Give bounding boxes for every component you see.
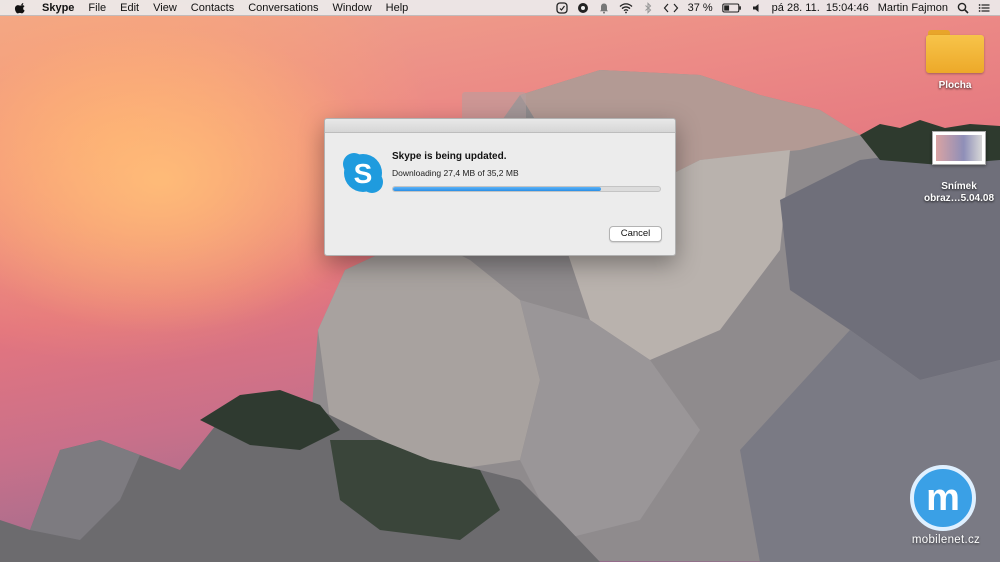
mountain-landscape xyxy=(0,70,1000,562)
screenshot-label-line2: obraz…5.04.08 xyxy=(923,193,995,204)
apple-icon[interactable] xyxy=(14,2,28,14)
battery-percent: 37 % xyxy=(687,1,713,14)
skype-update-dialog: S Skype is being updated. Downloading 27… xyxy=(324,118,676,256)
watermark-text: mobilenet.cz xyxy=(911,534,981,546)
folder-icon xyxy=(926,28,984,74)
menu-window[interactable]: Window xyxy=(333,2,372,14)
menu-file[interactable]: File xyxy=(88,2,106,14)
skype-logo-icon: S xyxy=(343,153,383,193)
mobilenet-watermark: m mobilenet.cz xyxy=(898,462,994,558)
dialog-titlebar[interactable] xyxy=(325,119,675,133)
battery-icon[interactable] xyxy=(721,2,742,14)
mobilenet-logo-icon: m xyxy=(910,465,976,531)
menubar-clock[interactable]: pá 28. 11. 15:04:46 xyxy=(772,2,869,14)
skype-status-icon[interactable] xyxy=(555,1,568,14)
menu-edit[interactable]: Edit xyxy=(120,2,139,14)
desktop-wallpaper xyxy=(0,0,1000,562)
list-icon[interactable] xyxy=(978,2,990,14)
desktop-folder-label: Plocha xyxy=(938,80,972,91)
menu-contacts[interactable]: Contacts xyxy=(191,2,234,14)
notification-icon[interactable] xyxy=(598,2,610,14)
download-progress-bar xyxy=(392,186,661,192)
compass-icon[interactable] xyxy=(577,2,589,14)
watermark-logo-letter: m xyxy=(926,477,960,519)
screenshot-label-line1: Snímek xyxy=(941,181,977,192)
desktop-folder-plocha[interactable]: Plocha xyxy=(915,28,995,92)
cancel-button[interactable]: Cancel xyxy=(609,226,662,242)
menu-app-skype[interactable]: Skype xyxy=(42,2,74,14)
menubar-user-name[interactable]: Martin Fajmon xyxy=(878,2,948,14)
svg-text:S: S xyxy=(354,158,373,189)
progress-fill xyxy=(393,187,601,191)
spotlight-search-icon[interactable] xyxy=(957,2,969,14)
wifi-icon[interactable] xyxy=(619,2,633,14)
download-status: Downloading 27,4 MB of 35,2 MB xyxy=(392,168,519,178)
menubar-status-area: 37 % pá 28. 11. 15:04:46 Martin Fajmon xyxy=(555,1,990,14)
speaker-icon[interactable] xyxy=(751,2,763,14)
screenshot-thumbnail-icon xyxy=(932,131,986,165)
bluetooth-icon[interactable] xyxy=(642,1,654,14)
desktop-screenshot-file[interactable]: Snímek obraz…5.04.08 xyxy=(919,131,999,205)
dialog-title: Skype is being updated. xyxy=(392,151,507,162)
code-brackets-icon[interactable] xyxy=(663,2,679,14)
menu-conversations[interactable]: Conversations xyxy=(248,2,318,14)
menu-view[interactable]: View xyxy=(153,2,177,14)
menu-help[interactable]: Help xyxy=(386,2,409,14)
menu-bar: Skype File Edit View Contacts Conversati… xyxy=(0,0,1000,16)
